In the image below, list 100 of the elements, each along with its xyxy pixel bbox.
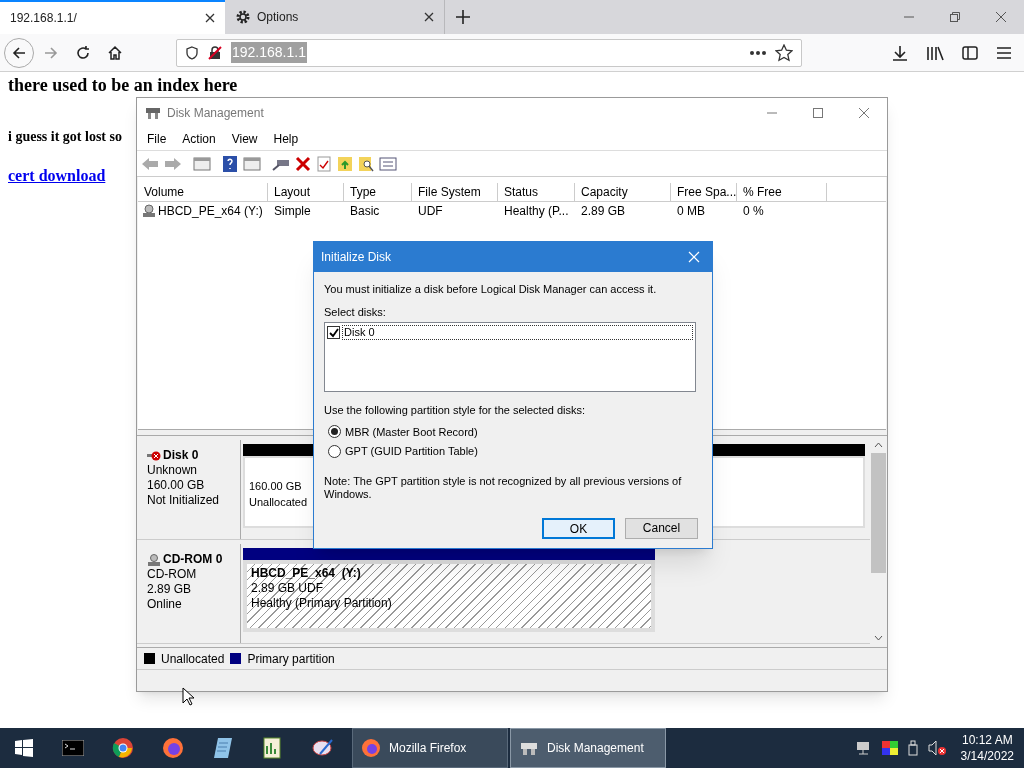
shield-icon <box>185 45 199 60</box>
disk-name: Disk 0 <box>163 448 199 463</box>
checkbox-icon <box>328 327 339 338</box>
plus-icon <box>456 10 470 24</box>
column-header[interactable]: Layout <box>268 183 344 201</box>
folder-up-icon[interactable] <box>337 155 353 172</box>
menu-item[interactable]: File <box>139 129 175 148</box>
network-icon[interactable] <box>855 741 872 755</box>
insecure-lock-icon <box>207 44 223 61</box>
table-cell-text: Healthy (P... <box>503 203 570 220</box>
cd-drive-icon <box>142 204 156 218</box>
cd-drive-icon <box>147 553 161 566</box>
column-header[interactable]: % Free <box>737 183 827 201</box>
usb-icon[interactable] <box>907 740 918 756</box>
search-icon[interactable] <box>358 155 374 172</box>
close-icon <box>996 12 1006 22</box>
more-icon[interactable] <box>749 49 767 56</box>
note-text: Note: The GPT partition style is not recognized by all previous versions of Windows. <box>324 474 683 501</box>
menu-item[interactable]: Help <box>265 129 307 148</box>
page-heading: there used to be an index here <box>8 75 238 95</box>
close-tab-icon[interactable] <box>424 12 434 22</box>
disk-error-icon <box>147 449 161 462</box>
panel-icon[interactable] <box>193 155 211 172</box>
dialog-message: You must initialize a disk before Logical Disk Manager can access it. <box>324 282 658 297</box>
help-icon[interactable] <box>222 154 238 173</box>
url-text: 192.168.1.1 <box>231 42 307 63</box>
legend-label: Primary partition <box>247 650 335 668</box>
dialog-button[interactable]: OK <box>542 517 615 539</box>
partition-info: 160.00 GB <box>249 479 302 494</box>
clock-time[interactable]: 10:12 AM <box>961 732 1013 748</box>
dialog-title: Initialize Disk <box>321 249 392 266</box>
partition-info: Unallocated <box>249 495 308 510</box>
select-disks-label: Select disks: <box>324 304 387 320</box>
cert-download-link[interactable]: cert download <box>8 164 106 188</box>
firefox-icon <box>361 738 381 758</box>
disk-list[interactable]: Disk 0 <box>324 322 696 392</box>
library-icon[interactable] <box>926 44 944 61</box>
download-icon[interactable] <box>892 44 908 61</box>
mouse-cursor-icon <box>182 687 194 706</box>
panel-icon[interactable] <box>243 155 261 172</box>
table-cell-text: Basic <box>349 203 381 220</box>
taskbar-button[interactable]: Mozilla Firefox <box>352 728 508 768</box>
home-icon <box>107 44 123 61</box>
radio-label: MBR (Master Boot Record) <box>345 424 478 440</box>
table-cell-text: 0 MB <box>676 203 706 220</box>
disk-status: Not Initialized <box>147 493 221 508</box>
maximize-icon <box>813 107 823 118</box>
browser-tab[interactable]: 192.168.1.1/ <box>0 0 225 34</box>
window-title: Disk Management <box>167 104 264 122</box>
disk-type: Unknown <box>147 463 199 478</box>
delete-icon[interactable] <box>295 155 311 172</box>
menu-item[interactable]: Action <box>174 129 224 148</box>
back-icon <box>11 44 27 61</box>
disk-list-item[interactable]: Disk 0 <box>342 325 693 340</box>
disk-management-icon <box>145 105 161 120</box>
checkbox[interactable] <box>327 326 340 339</box>
radio-button[interactable] <box>328 425 341 439</box>
forward-icon <box>43 44 59 61</box>
page-text: i guess it got lost so <box>8 128 122 146</box>
dialog-button[interactable]: Cancel <box>625 517 698 539</box>
gear-icon <box>235 9 251 25</box>
close-tab-icon[interactable] <box>205 13 215 23</box>
column-header[interactable]: Status <box>498 183 575 201</box>
disk-status: Online <box>147 597 183 612</box>
table-cell-text: Simple <box>273 203 312 220</box>
table-cell-text: UDF <box>417 203 444 220</box>
radio-button[interactable] <box>328 444 341 458</box>
disk-type: CD-ROM <box>147 567 198 582</box>
column-header[interactable]: File System <box>412 183 498 201</box>
menu-item[interactable]: View <box>223 129 266 148</box>
radio-label: GPT (GUID Partition Table) <box>345 444 478 459</box>
column-header[interactable]: Type <box>344 183 412 201</box>
checklist-icon[interactable] <box>316 155 332 172</box>
partition-info: Healthy (Primary Partition) <box>251 596 392 611</box>
volume-muted-icon[interactable] <box>927 740 946 756</box>
partition-name: HBCD_PE_x64 (Y:) <box>251 566 361 581</box>
disk-name: CD-ROM 0 <box>163 552 223 567</box>
taskbar-button[interactable]: Disk Management <box>510 728 666 768</box>
clock-date[interactable]: 3/14/2022 <box>960 748 1014 764</box>
close-icon <box>858 106 870 119</box>
legend-label: Unallocated <box>161 650 225 668</box>
table-cell-text: 0 % <box>742 203 765 220</box>
partition-info: 2.89 GB UDF <box>251 581 324 596</box>
restore-icon <box>950 12 960 22</box>
disk-size: 160.00 GB <box>147 478 206 493</box>
disk-size: 2.89 GB <box>147 582 193 597</box>
partition-style-label: Use the following partition style for the selected disks: <box>324 403 587 418</box>
table-cell-text: HBCD_PE_x64 (Y:) <box>158 203 263 220</box>
table-cell-text: 2.89 GB <box>580 203 627 220</box>
sidebar-icon[interactable] <box>962 44 978 61</box>
column-header[interactable]: Volume <box>138 183 268 201</box>
color-icon[interactable] <box>881 741 898 755</box>
scroll-thumb[interactable] <box>871 453 886 573</box>
windows-logo-icon <box>15 739 33 757</box>
star-icon[interactable] <box>775 43 793 62</box>
close-icon <box>688 251 700 263</box>
reload-icon <box>75 44 91 61</box>
menu-icon[interactable] <box>996 45 1012 60</box>
column-header[interactable]: Free Spa... <box>671 183 737 201</box>
column-header[interactable]: Capacity <box>575 183 671 201</box>
